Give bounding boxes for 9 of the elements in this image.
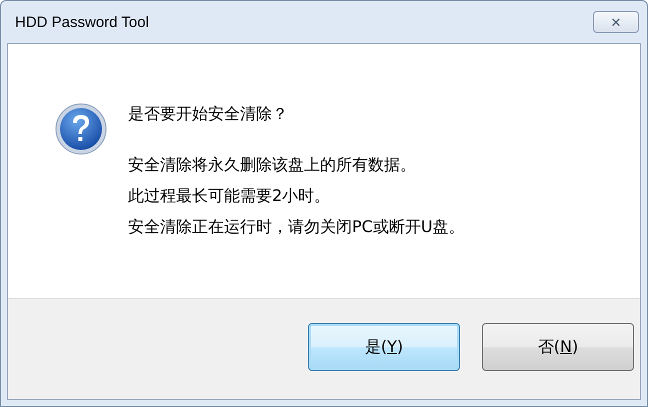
close-button[interactable]: ✕ — [593, 11, 639, 33]
message-text: 此过程最长可能需要2小时。 — [128, 185, 332, 208]
dialog-button[interactable]: 是(Y) — [308, 323, 460, 371]
message-text: 安全清除将永久删除该盘上的所有数据。 — [128, 154, 417, 176]
question-icon — [54, 102, 108, 156]
message-text: 安全清除正在运行时，请勿关闭PC或断开U盘。 — [128, 216, 465, 238]
window-title: HDD Password Tool — [15, 14, 149, 30]
message-heading: 是否要开始安全清除？ — [128, 104, 289, 124]
dialog-button[interactable]: 否(N) — [482, 323, 634, 371]
